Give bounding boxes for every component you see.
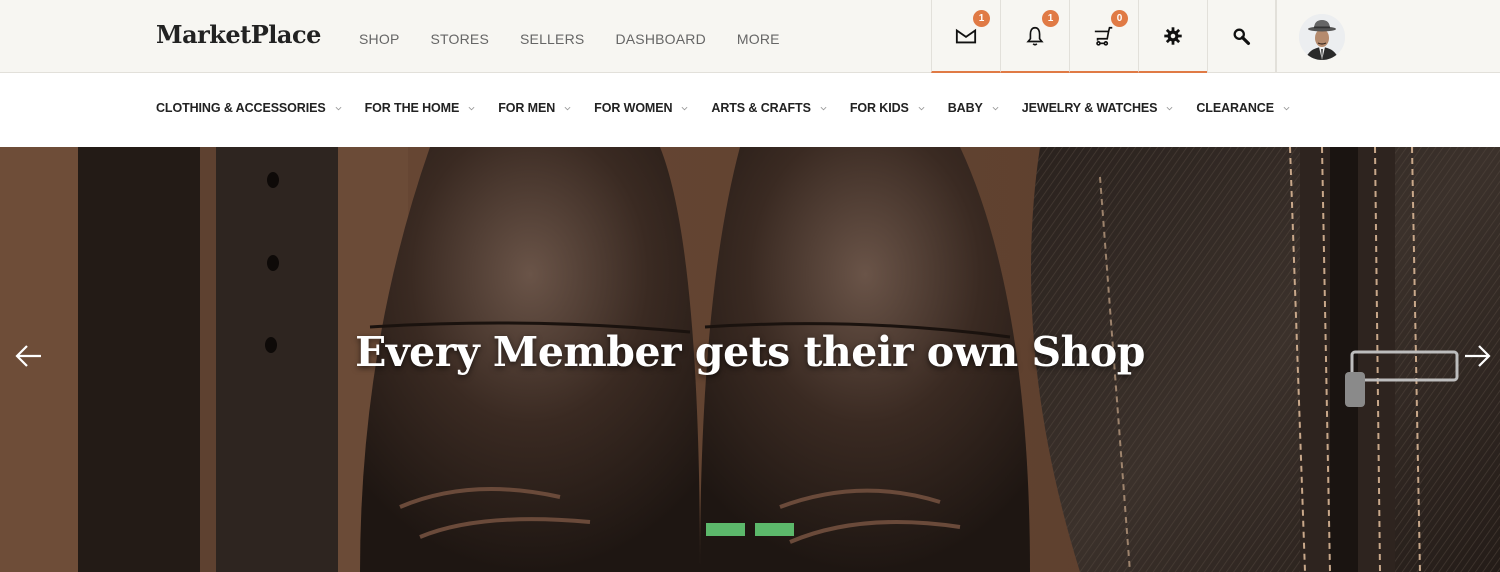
nav-sellers[interactable]: SELLERS — [520, 31, 584, 47]
category-label: FOR KIDS — [849, 101, 909, 115]
category-label: ARTS & CRAFTS — [711, 101, 811, 115]
chevron-down-icon — [335, 106, 342, 110]
chevron-down-icon — [1166, 106, 1173, 110]
chevron-down-icon — [820, 106, 827, 110]
chevron-down-icon — [918, 106, 925, 110]
main-nav: SHOP STORES SELLERS DASHBOARD MORE — [359, 31, 811, 47]
category-arts-crafts[interactable]: ARTS & CRAFTS — [711, 101, 827, 115]
top-header: MarketPlace SHOP STORES SELLERS DASHBOAR… — [0, 0, 1500, 73]
chevron-down-icon — [681, 106, 688, 110]
category-label: BABY — [947, 101, 983, 115]
settings-button[interactable] — [1138, 0, 1207, 73]
messages-badge: 1 — [973, 10, 990, 27]
nav-stores[interactable]: STORES — [430, 31, 489, 47]
mail-icon — [955, 28, 977, 43]
category-label: CLEARANCE — [1196, 101, 1274, 115]
category-label: FOR THE HOME — [364, 101, 460, 115]
gear-icon — [1164, 26, 1182, 45]
nav-more[interactable]: MORE — [737, 31, 780, 47]
user-photo-icon — [1299, 14, 1345, 60]
search-button[interactable] — [1207, 0, 1276, 73]
category-label: FOR WOMEN — [594, 101, 673, 115]
logo[interactable]: MarketPlace — [156, 20, 321, 49]
slide-indicator-2[interactable] — [755, 523, 794, 536]
category-for-men[interactable]: FOR MEN — [498, 101, 571, 115]
chevron-down-icon — [468, 106, 475, 110]
chevron-down-icon — [992, 106, 999, 110]
category-for-women[interactable]: FOR WOMEN — [594, 101, 688, 115]
category-baby[interactable]: BABY — [948, 101, 999, 115]
user-menu[interactable] — [1276, 0, 1500, 73]
category-clearance[interactable]: CLEARANCE — [1196, 101, 1290, 115]
category-label: JEWELRY & WATCHES — [1021, 101, 1158, 115]
category-label: CLOTHING & ACCESSORIES — [156, 101, 326, 115]
nav-shop[interactable]: SHOP — [359, 31, 399, 47]
cart-badge: 0 — [1111, 10, 1128, 27]
messages-button[interactable]: 1 — [931, 0, 1000, 73]
category-for-the-home[interactable]: FOR THE HOME — [365, 101, 476, 115]
search-icon — [1233, 28, 1250, 45]
chevron-down-icon — [1283, 106, 1290, 110]
arrow-left-icon — [15, 345, 41, 367]
cart-button[interactable]: 0 — [1069, 0, 1138, 73]
category-jewelry-watches[interactable]: JEWELRY & WATCHES — [1022, 101, 1174, 115]
next-slide-button[interactable] — [1462, 343, 1492, 369]
arrow-right-icon — [1465, 345, 1491, 367]
hero-title: Every Member gets their own Shop — [355, 328, 1145, 376]
previous-slide-button[interactable] — [14, 343, 44, 369]
chevron-down-icon — [564, 106, 571, 110]
notifications-button[interactable]: 1 — [1000, 0, 1069, 73]
avatar[interactable] — [1299, 14, 1345, 60]
bell-icon — [1026, 26, 1044, 46]
category-label: FOR MEN — [498, 101, 556, 115]
nav-dashboard[interactable]: DASHBOARD — [615, 31, 705, 47]
icon-bar: 1 1 0 — [931, 0, 1276, 73]
notifications-badge: 1 — [1042, 10, 1059, 27]
category-clothing-accessories[interactable]: CLOTHING & ACCESSORIES — [156, 101, 342, 115]
cart-icon — [1094, 26, 1113, 46]
category-for-kids[interactable]: FOR KIDS — [850, 101, 925, 115]
slide-indicator-1[interactable] — [706, 523, 745, 536]
hero-slider: Every Member gets their own Shop — [0, 147, 1500, 572]
category-nav: CLOTHING & ACCESSORIES FOR THE HOME FOR … — [0, 73, 1500, 147]
slide-indicators — [706, 523, 794, 536]
